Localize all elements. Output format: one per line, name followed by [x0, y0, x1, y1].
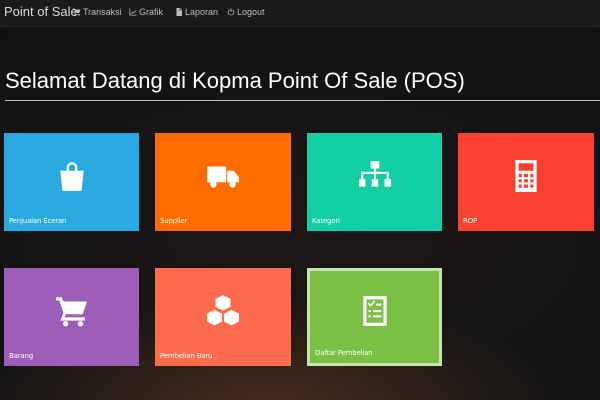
tile-supplier[interactable]: Supplier	[155, 133, 291, 231]
nav-grafik-label: Grafik	[139, 7, 164, 17]
nav-logout[interactable]: Logout	[227, 7, 265, 17]
tile-label: Barang	[9, 352, 33, 360]
tile-label: Supplier	[160, 217, 188, 225]
nav-transaksi[interactable]: Transaksi	[73, 7, 122, 17]
tile-rop[interactable]: ROP	[458, 133, 594, 231]
tile-label: Kategori	[312, 217, 340, 225]
tile-label: Pembelian Baru	[160, 352, 213, 360]
sitemap-icon	[358, 159, 392, 193]
page-title: Selamat Datang di Kopma Point Of Sale (P…	[5, 68, 465, 93]
brand-link[interactable]: Point of Sale	[4, 4, 78, 19]
chart-icon	[129, 8, 137, 16]
logout-icon	[227, 8, 235, 16]
cart-icon	[73, 8, 81, 16]
list-icon	[358, 294, 392, 328]
file-icon	[176, 8, 182, 16]
nav-laporan[interactable]: Laporan	[175, 7, 218, 17]
tile-label: ROP	[463, 217, 477, 225]
truck-icon	[206, 159, 240, 193]
tile-pembelian-baru[interactable]: Pembelian Baru	[155, 268, 291, 366]
title-divider	[5, 100, 600, 101]
shopping-bag-icon	[55, 159, 89, 193]
nav-transaksi-label: Transaksi	[83, 7, 122, 17]
nav-laporan-label: Laporan	[185, 7, 219, 17]
nav-logout-label: Logout	[237, 7, 265, 17]
navbar: Point of Sale Transaksi Grafik Laporan L…	[0, 0, 600, 27]
tile-kategori[interactable]: Kategori	[307, 133, 442, 231]
nav-grafik[interactable]: Grafik	[129, 7, 163, 17]
tile-barang[interactable]: Barang	[4, 268, 139, 366]
cubes-icon	[206, 294, 240, 328]
tile-penjualan-eceran[interactable]: Penjualan Eceran	[4, 133, 139, 231]
calculator-icon	[509, 159, 543, 193]
cart-icon	[55, 294, 89, 328]
tile-daftar-pembelian[interactable]: Daftar Pembelian	[307, 268, 442, 366]
tile-label: Penjualan Eceran	[9, 217, 67, 225]
tile-label: Daftar Pembelian	[315, 349, 373, 357]
